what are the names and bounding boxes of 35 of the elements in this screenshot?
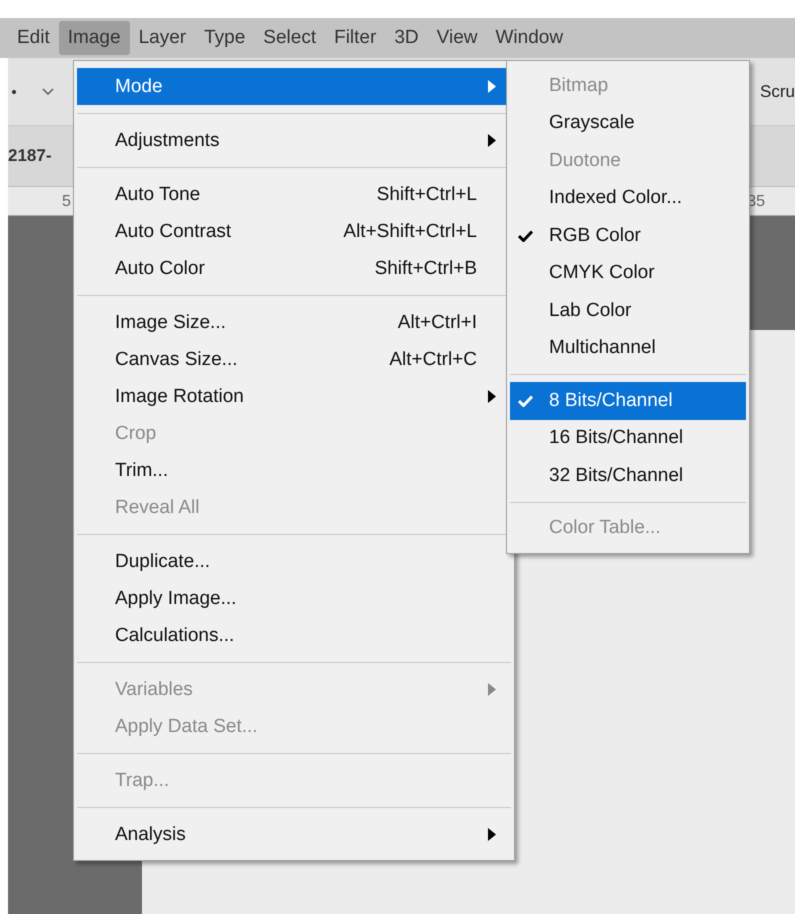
menu-item[interactable]: CMYK Color (510, 254, 746, 292)
menu-bar-item[interactable]: Filter (325, 21, 386, 55)
document-tab[interactable]: 2187- (8, 146, 52, 166)
menu-item[interactable]: Image Rotation (77, 378, 506, 415)
menu-item[interactable]: Grayscale (510, 104, 746, 142)
menu-bar-item[interactable]: Window (486, 21, 572, 55)
menu-item[interactable]: Image Size... Alt+Ctrl+I (77, 304, 506, 341)
menu-item[interactable]: Duplicate... (77, 543, 506, 580)
menu-item[interactable]: Lab Color (510, 292, 746, 330)
menu-bar-item[interactable]: Edit (8, 21, 59, 55)
menu-bar-item[interactable]: View (428, 21, 486, 55)
ruler-label: 5 (61, 193, 72, 212)
menu-item[interactable]: Indexed Color... (510, 180, 746, 217)
menu-item[interactable]: Auto Tone Shift+Ctrl+L (77, 176, 506, 213)
chevron-down-icon[interactable] (42, 88, 54, 96)
menu-item[interactable]: Trim... (77, 452, 506, 489)
menu-item[interactable]: 32 Bits/Channel (510, 457, 746, 494)
menu-item[interactable]: RGB Color (510, 217, 746, 254)
menu-item[interactable]: Mode (77, 68, 506, 105)
menu-item[interactable]: Apply Image... (77, 580, 506, 617)
menu-item[interactable]: Canvas Size... Alt+Ctrl+C (77, 341, 506, 378)
menu-item[interactable]: Auto Contrast Alt+Shift+Ctrl+L (77, 213, 506, 250)
menu-item[interactable]: Analysis (77, 816, 506, 853)
menu-item[interactable]: Auto Color Shift+Ctrl+B (77, 250, 506, 287)
menu-bar-item[interactable]: Select (254, 21, 326, 55)
option-label[interactable]: Scru (760, 82, 795, 102)
menu-bar-item[interactable]: Layer (130, 21, 196, 55)
menu-item[interactable]: 8 Bits/Channel (510, 382, 746, 420)
menu-bar-item[interactable]: 3D (385, 21, 428, 55)
menu-bar-item[interactable]: Image (58, 21, 130, 55)
menu-item[interactable]: 16 Bits/Channel (510, 420, 746, 457)
menu-item[interactable]: Multichannel (510, 330, 746, 367)
menu-bar-item[interactable]: Type (195, 21, 254, 55)
menu-item[interactable]: Calculations... (77, 617, 506, 654)
menu-item[interactable]: Adjustments (77, 122, 506, 159)
